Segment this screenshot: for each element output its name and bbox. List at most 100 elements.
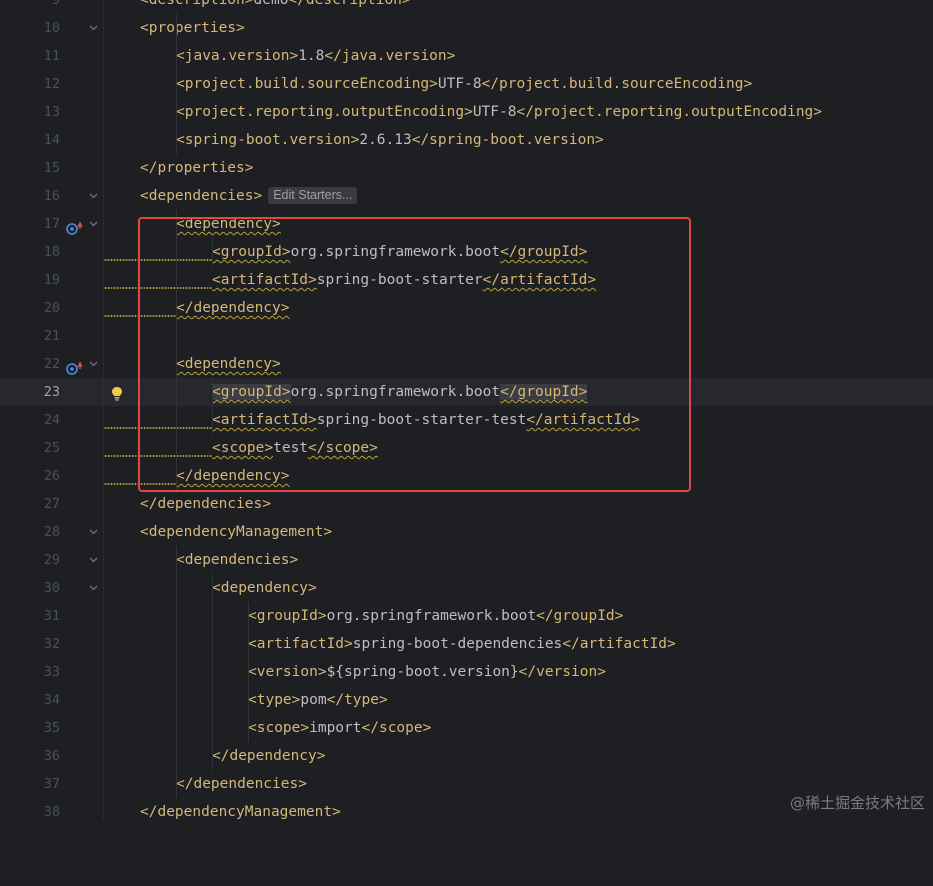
xml-text: ${spring-boot.version} — [326, 664, 519, 680]
indent-guide — [176, 210, 177, 490]
line-number[interactable]: 25 — [0, 434, 60, 462]
xml-text: spring-boot-dependencies — [352, 636, 563, 652]
line-number[interactable]: 20 — [0, 294, 60, 322]
xml-tag: </artifactId> — [526, 412, 640, 428]
fold-chevron-icon[interactable] — [86, 546, 100, 574]
code-line[interactable]: 31 <groupId>org.springframework.boot</gro… — [0, 602, 933, 630]
code-line[interactable]: 9 <description>demo</description> — [0, 0, 933, 14]
code-line[interactable]: 16 <dependencies> Edit Starters... — [0, 182, 933, 210]
xml-tag: </project.reporting.outputEncoding> — [516, 104, 823, 120]
line-number[interactable]: 13 — [0, 98, 60, 126]
line-number[interactable]: 24 — [0, 406, 60, 434]
code-line[interactable]: 18 <groupId>org.springframework.boot</gro… — [0, 238, 933, 266]
code-line[interactable]: 29 <dependencies> — [0, 546, 933, 574]
line-number[interactable]: 17 — [0, 210, 60, 238]
xml-tag: </dependencies> — [140, 496, 271, 512]
code-line[interactable]: 26 </dependency> — [0, 462, 933, 490]
line-number[interactable]: 35 — [0, 714, 60, 742]
fold-chevron-icon[interactable] — [86, 574, 100, 602]
line-number[interactable]: 30 — [0, 574, 60, 602]
code-text: <groupId>org.springframework.boot</group… — [212, 238, 587, 266]
code-text: <artifactId>spring-boot-dependencies</ar… — [248, 630, 676, 658]
code-line[interactable]: 20 </dependency> — [0, 294, 933, 322]
line-number[interactable]: 10 — [0, 14, 60, 42]
xml-text: 2.6.13 — [359, 132, 412, 148]
code-line[interactable]: 22 <dependency> — [0, 350, 933, 378]
fold-chevron-icon[interactable] — [86, 350, 100, 378]
xml-tag: <java.version> — [176, 48, 299, 64]
edit-starters-inlay-button[interactable]: Edit Starters... — [268, 187, 358, 204]
xml-tag: </groupId> — [500, 384, 588, 400]
line-number[interactable]: 16 — [0, 182, 60, 210]
code-line[interactable]: 17 <dependency> — [0, 210, 933, 238]
line-number[interactable]: 37 — [0, 770, 60, 798]
line-number[interactable]: 12 — [0, 70, 60, 98]
code-line[interactable]: 19 <artifactId>spring-boot-starter</artif… — [0, 266, 933, 294]
line-number[interactable]: 31 — [0, 602, 60, 630]
code-line[interactable]: 28 <dependencyManagement> — [0, 518, 933, 546]
xml-text: 1.8 — [298, 48, 325, 64]
code-line[interactable]: 35 <scope>import</scope> — [0, 714, 933, 742]
code-line[interactable]: 33 <version>${spring-boot.version}</versi… — [0, 658, 933, 686]
line-number[interactable]: 36 — [0, 742, 60, 770]
line-number[interactable]: 33 — [0, 658, 60, 686]
code-line[interactable]: 21 — [0, 322, 933, 350]
spring-bean-run-icon[interactable] — [66, 357, 83, 375]
code-line[interactable]: 14 <spring-boot.version>2.6.13</spring-bo… — [0, 126, 933, 154]
line-number[interactable]: 19 — [0, 266, 60, 294]
code-line[interactable]: 34 <type>pom</type> — [0, 686, 933, 714]
line-number[interactable]: 21 — [0, 322, 60, 350]
code-line[interactable]: 10 <properties> — [0, 14, 933, 42]
line-number[interactable]: 14 — [0, 126, 60, 154]
code-text: <description>demo</description> — [140, 0, 411, 14]
lightbulb-icon[interactable] — [110, 384, 124, 401]
line-number[interactable]: 28 — [0, 518, 60, 546]
code-line[interactable]: 11 <java.version>1.8</java.version> — [0, 42, 933, 70]
code-line[interactable]: 12 <project.build.sourceEncoding>UTF-8</p… — [0, 70, 933, 98]
xml-text: org.springframework.boot — [290, 244, 501, 260]
code-line[interactable]: 32 <artifactId>spring-boot-dependencies</… — [0, 630, 933, 658]
fold-chevron-icon[interactable] — [86, 210, 100, 238]
line-number[interactable]: 27 — [0, 490, 60, 518]
fold-chevron-icon[interactable] — [86, 518, 100, 546]
xml-tag: <spring-boot.version> — [176, 132, 360, 148]
line-number[interactable]: 18 — [0, 238, 60, 266]
xml-tag: </java.version> — [324, 48, 456, 64]
code-line[interactable]: 30 <dependency> — [0, 574, 933, 602]
code-text: </dependency> — [212, 742, 326, 770]
code-line[interactable]: 36 </dependency> — [0, 742, 933, 770]
code-text: <spring-boot.version>2.6.13</spring-boot… — [176, 126, 604, 154]
code-text: <scope>test</scope> — [212, 434, 378, 462]
xml-tag: <groupId> — [248, 608, 327, 624]
line-number[interactable]: 15 — [0, 154, 60, 182]
xml-tag: </dependency> — [176, 468, 290, 484]
xml-tag: <description> — [140, 0, 254, 8]
code-line[interactable]: 27 </dependencies> — [0, 490, 933, 518]
code-line[interactable]: 25 <scope>test</scope> — [0, 434, 933, 462]
line-number[interactable]: 29 — [0, 546, 60, 574]
line-number[interactable]: 26 — [0, 462, 60, 490]
fold-chevron-icon[interactable] — [86, 14, 100, 42]
xml-tag: </project.build.sourceEncoding> — [481, 76, 753, 92]
xml-tag: <dependencies> — [140, 188, 263, 204]
xml-tag: </groupId> — [536, 608, 624, 624]
line-number[interactable]: 22 — [0, 350, 60, 378]
xml-tag: </scope> — [308, 440, 378, 456]
code-text: <dependency> — [176, 210, 281, 238]
code-line[interactable]: 24 <artifactId>spring-boot-starter-test</… — [0, 406, 933, 434]
code-line[interactable]: 15 </properties> — [0, 154, 933, 182]
fold-chevron-icon[interactable] — [86, 182, 100, 210]
spring-bean-run-icon[interactable] — [66, 217, 83, 235]
line-number[interactable]: 32 — [0, 630, 60, 658]
line-number[interactable]: 11 — [0, 42, 60, 70]
code-text: <artifactId>spring-boot-starter</artifac… — [212, 266, 596, 294]
code-line[interactable]: 23 <groupId>org.springframework.boot</gro… — [0, 378, 933, 406]
xml-tag: <artifactId> — [212, 272, 317, 288]
line-number[interactable]: 34 — [0, 686, 60, 714]
line-number[interactable]: 38 — [0, 798, 60, 826]
line-number[interactable]: 23 — [0, 378, 60, 406]
code-line[interactable]: 13 <project.reporting.outputEncoding>UTF-… — [0, 98, 933, 126]
line-number[interactable]: 9 — [0, 0, 60, 14]
code-text: <dependency> — [176, 350, 281, 378]
xml-text: test — [273, 440, 309, 456]
